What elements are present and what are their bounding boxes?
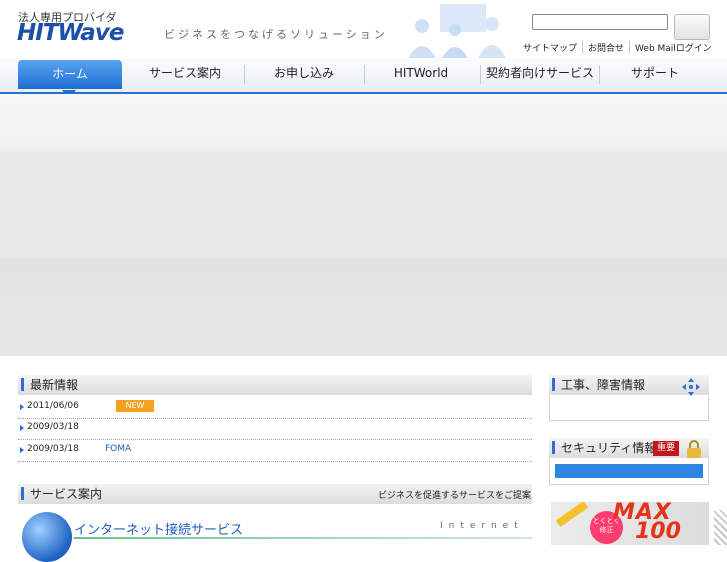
hero-banner	[0, 94, 727, 356]
decorative-edge	[714, 510, 727, 545]
arrow-right-icon	[20, 447, 24, 453]
nav-services[interactable]: サービス案内	[126, 58, 244, 89]
webmail-login-link[interactable]: Web Mailログイン	[629, 41, 717, 54]
news-header: 最新情報	[18, 375, 532, 395]
security-link-bar[interactable]	[555, 464, 703, 478]
lock-icon	[687, 440, 701, 458]
news-date: 2009/03/18	[27, 444, 79, 454]
news-title: 最新情報	[30, 378, 79, 392]
section-marker	[21, 378, 24, 391]
arrow-right-icon	[20, 404, 24, 410]
section-marker	[21, 487, 24, 500]
section-marker	[552, 378, 555, 391]
sitemap-link[interactable]: サイトマップ	[518, 41, 582, 54]
promo-banner[interactable]: とくとく修正 MAX 100	[551, 502, 709, 545]
globe-icon	[22, 512, 72, 562]
services-subtitle: ビジネスを促進するサービスをご提案	[378, 491, 532, 501]
nav-support[interactable]: サポート	[600, 58, 710, 89]
internet-label: Internet	[440, 521, 524, 531]
divider	[74, 537, 532, 539]
search-input[interactable]	[532, 14, 668, 30]
nav-apply[interactable]: お申し込み	[245, 58, 363, 89]
global-nav: ホーム サービス案内 お申し込み HITWorld 契約者向けサービス サポート	[0, 58, 727, 94]
important-badge: 重要	[653, 441, 679, 456]
news-text[interactable]: FOMA	[105, 444, 131, 454]
news-item[interactable]: 2011/06/06 NEW	[18, 397, 532, 419]
nav-member-services[interactable]: 契約者向けサービス	[481, 58, 599, 89]
new-badge: NEW	[116, 400, 154, 412]
services-title: サービス案内	[30, 487, 103, 501]
construction-title: 工事、障害情報	[561, 378, 646, 392]
contact-link[interactable]: お問合せ	[582, 41, 629, 54]
internet-service-link[interactable]: インターネット接続サービス	[74, 519, 243, 538]
nav-home[interactable]: ホーム	[18, 60, 122, 89]
logo[interactable]: HITWave	[17, 20, 124, 46]
utility-links: サイトマップ お問合せ Web Mailログイン	[518, 41, 717, 54]
nav-hitworld[interactable]: HITWorld	[365, 58, 477, 89]
arrow-right-icon	[20, 425, 24, 431]
security-title: セキュリティ情報	[561, 441, 657, 455]
construction-panel	[549, 396, 709, 421]
promo-number: 100	[635, 519, 681, 544]
news-date: 2009/03/18	[27, 422, 79, 432]
news-date: 2011/06/06	[27, 401, 79, 411]
search-button[interactable]	[674, 14, 710, 40]
arrows-expand-icon[interactable]	[681, 377, 701, 397]
pencil-icon	[555, 502, 589, 528]
news-item[interactable]: 2009/03/18	[18, 418, 532, 440]
business-people-illustration	[408, 4, 506, 58]
news-item[interactable]: 2009/03/18 FOMA	[18, 440, 532, 462]
section-marker	[552, 441, 555, 454]
slogan: ビジネスをつなげるソリューション	[164, 28, 388, 41]
